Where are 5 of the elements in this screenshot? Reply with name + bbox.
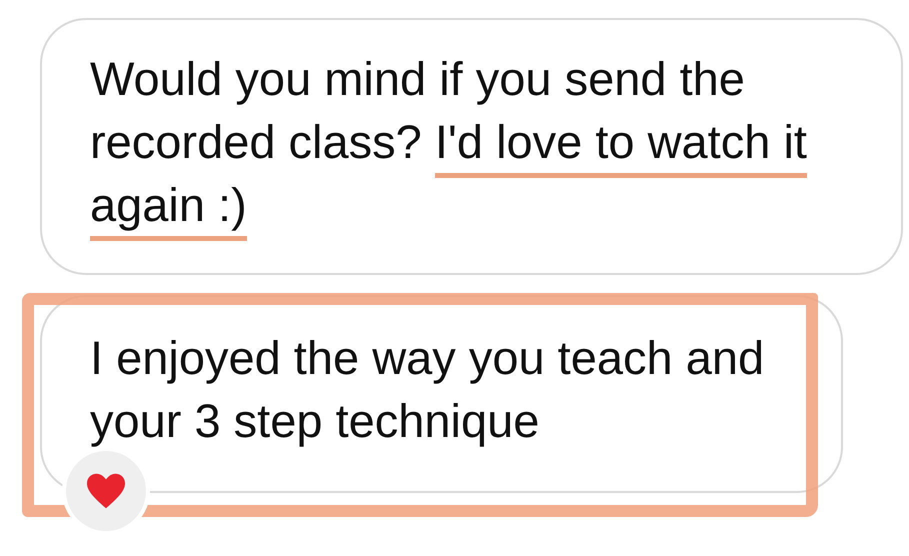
heart-icon <box>85 472 127 510</box>
message-text: I enjoyed the way you teach and <box>90 331 764 386</box>
message-text: recorded class? <box>90 115 423 170</box>
message-text: your 3 step technique <box>90 394 540 449</box>
message-text: Would you mind if you send the <box>90 52 745 107</box>
